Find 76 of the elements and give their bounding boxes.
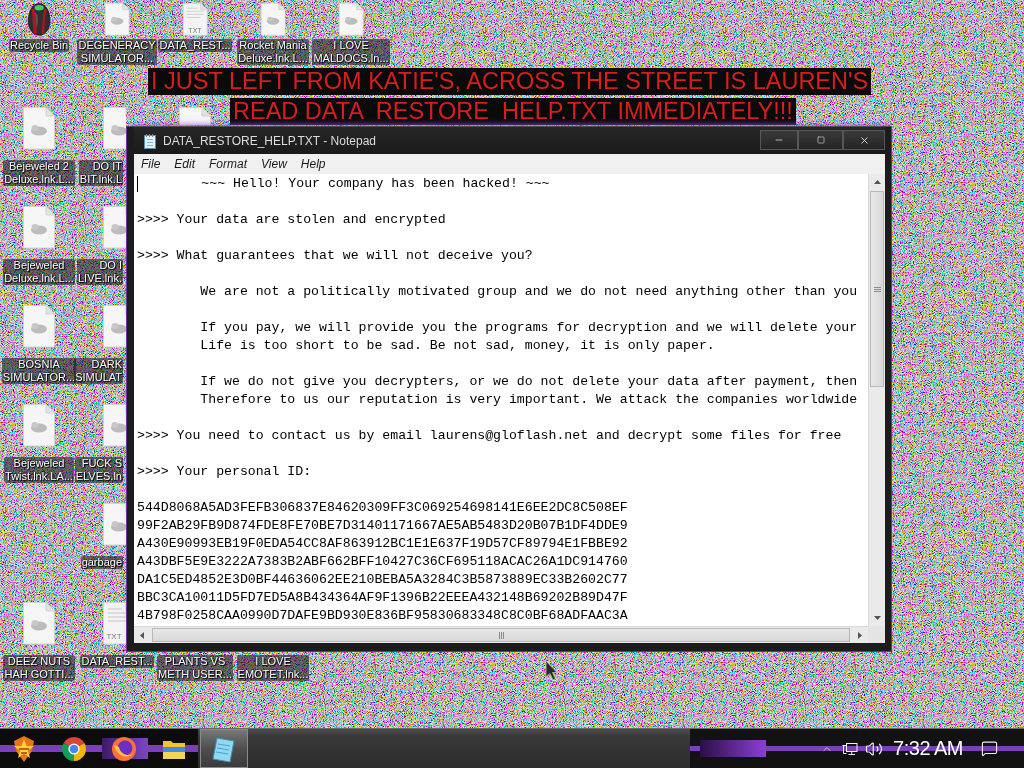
file-icon[interactable] [22,304,56,348]
close-icon [858,134,870,146]
text-cursor [137,176,138,192]
warning-banner: READ DATA RESTORE HELP.TXT IMMEDIATELY!!! [230,98,796,125]
volume-icon[interactable] [865,739,884,758]
menu-item[interactable]: Format [202,154,255,174]
file-type-label: TXT [106,633,122,641]
file-icon[interactable] [102,403,126,447]
grip-icon [498,631,504,639]
text-editor-field[interactable] [134,174,868,626]
icon-label[interactable]: Bejeweled Deluxe.lnk.L... [3,259,75,285]
file-icon[interactable] [102,304,126,348]
text-paragraph: >>>> Your personal ID: [137,463,312,481]
file-icon[interactable] [178,106,212,125]
icon-label[interactable]: FUCK S ELVES.ln [74,457,123,483]
text-paragraph: >>>> You need to contact us by email laurens@gloflash.net and decrypt some files for free [137,427,842,445]
file-icon[interactable] [22,106,56,150]
scrollbar-thumb[interactable] [870,191,884,387]
icon-label[interactable]: DO IT BIT.lnk.L [78,160,123,186]
text-paragraph: >>>> What guarantees that we will not deceive you? [137,247,533,265]
file-icon[interactable] [102,502,126,546]
file-icon[interactable] [22,601,56,645]
icon-label[interactable]: garbage [80,556,123,569]
file-icon[interactable] [102,106,126,150]
caret-down-icon[interactable] [873,616,881,620]
scrollbar-thumb[interactable] [152,628,850,642]
maximize-button[interactable] [798,130,843,150]
close-button[interactable] [843,130,885,150]
trash-bin-icon[interactable] [25,2,53,36]
icon-label[interactable]: DO I LIVE.lnk. [76,259,123,285]
menu-item[interactable]: File [134,154,168,174]
icon-label[interactable]: Recycle Bin [8,39,70,52]
file-icon[interactable] [259,2,287,36]
pointer-cursor-icon [545,660,558,681]
icon-label[interactable]: BOSNIA SIMULATOR... [1,358,77,384]
icon-label[interactable]: DATA_REST... [80,655,154,668]
caret-right-icon[interactable] [858,631,862,639]
icon-label[interactable]: I LOVE MALDOCS.ln... [312,39,390,65]
menu-item[interactable]: Help [293,154,333,174]
minimize-button[interactable] [760,130,798,150]
caret-left-icon[interactable] [140,631,144,639]
taskbar-button[interactable] [200,729,248,768]
file-icon[interactable] [22,403,56,447]
maximize-icon [816,136,825,144]
network-icon[interactable] [842,741,859,756]
window-title: DATA_RESTORE_HELP.TXT - Notepad [163,133,376,148]
text-paragraph: If you pay, we will provide you the programs for decryption and we will delete your Life is too short to be sad. Be not sad, money, it is only paper. [199,319,858,355]
speech-bubble-icon[interactable] [981,740,998,757]
text-paragraph: 544D8068A5AD3FEFB306837E84620309FF3C069254698141E6EE2DC8C508EF 99F2AB29FB9D874FDE8FE70BE7D31401171667AE5AB5483D20B07B1DF4DDE9 A430E90993EB19F0EDA54CC8AF863912BC1E1E637F19D57CF89794E1FBBE92 A43DBF5E9E3222A7383B2ABF662BFF10427C36CF695118ACAC26A1DC914760 DA1C5ED4852E3D0BF44636062EE210BEBA5A3284C3B5873889EC33B2602C77 BBC3CA10011D5FD7ED5A8B434364AF9F1396B22EEEA432148B69202B89D47F 4B798F0258CAA0990D7DAFE9BD930E836BF95830683348C8C0BF68ADFAAC3A [137,499,628,625]
file-icon[interactable] [22,205,56,249]
text-paragraph: If we do not give you decrypters, or we do not delete your data after payment, then Therefore to us our reputation is very important. We attack the companies worldwide [199,373,858,409]
grip-icon [873,286,881,292]
icon-label[interactable]: DEGENERACY SIMULATOR... [77,39,157,65]
menu-item[interactable]: View [254,154,294,174]
file-icon[interactable] [102,205,126,249]
caret-up-icon[interactable] [873,180,881,184]
icon-label[interactable]: PLANTS VS METH USER... [157,655,233,681]
notepad-icon [143,132,157,149]
text-file-icon[interactable]: TXT [102,601,126,645]
text-paragraph: We are not a politically motivated group and we do not need anything other than you [199,283,858,301]
menu-item[interactable]: Edit [167,154,203,174]
clock: 7:32 AM [893,737,963,760]
file-icon[interactable] [337,2,365,36]
file-icon[interactable] [103,2,131,36]
browser-icon [61,735,87,762]
icon-label[interactable]: Rocket Mania Deluxe.lnk.L... [237,39,309,65]
icon-label[interactable]: DATA_REST... [158,39,232,52]
text-paragraph: ~~~ Hello! Your company has been hacked! ~~~ [200,175,550,193]
browser-icon [111,735,137,762]
text-paragraph: >>>> Your data are stolen and encrypted [137,211,446,229]
notepad-icon [211,734,237,763]
icon-label[interactable]: Bejeweled Twist.lnk.LA... [4,457,74,483]
icon-label[interactable]: Bejeweled 2 Deluxe.lnk.L... [3,160,75,186]
warning-banner: I JUST LEFT FROM KATIE'S, ACROSS THE STREET IS LAUREN'S [148,68,872,95]
icon-label[interactable]: DARK SIMULAT [74,358,123,384]
icon-label[interactable]: I LOVE EMOTET.lnk... [236,655,310,681]
